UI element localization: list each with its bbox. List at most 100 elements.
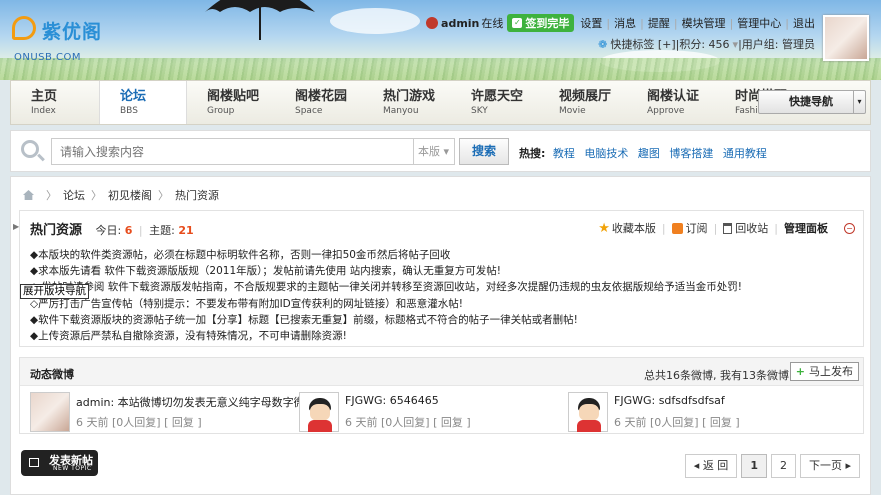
hot-term-link[interactable]: 通用教程 xyxy=(723,147,767,160)
tooltip: 展开版块导航 xyxy=(20,284,89,299)
rule-line: ◆求本版先请看 软件下载资源版版规（2011年版）；发帖前请先使用 站内搜索，确… xyxy=(30,265,501,278)
nav-item-index[interactable]: 主页 Index xyxy=(11,81,99,124)
new-post-icon xyxy=(29,458,39,467)
forum-rules: ◆本版块的软件类资源帖，必须在标题中标明软件名称，否则一律扣50金币然后将帖子回… xyxy=(30,247,860,344)
nav-sublabel: SKY xyxy=(471,106,488,116)
nav-item-manyou[interactable]: 热门游戏 Manyou xyxy=(363,81,451,124)
user-icon xyxy=(426,17,439,29)
home-icon[interactable] xyxy=(23,190,34,200)
nav-item-movie[interactable]: 视频展厅 Movie xyxy=(539,81,627,124)
quick-tag-link[interactable]: 快捷标签 [+] xyxy=(610,36,675,52)
pager-page-2[interactable]: 2 xyxy=(770,454,796,478)
nav-sublabel: Approve xyxy=(647,106,685,116)
nav-item-sky[interactable]: 许愿天空 SKY xyxy=(451,81,539,124)
new-post-button[interactable]: 发表新帖 NEW TOPIC xyxy=(21,450,98,476)
username-link[interactable]: admin xyxy=(441,17,479,30)
logo-text: 紫优阁 xyxy=(42,21,103,43)
breadcrumb-item[interactable]: 初见楼阁 xyxy=(108,187,152,203)
grass-decoration xyxy=(0,58,881,80)
expand-nav-arrow-icon[interactable]: ▶ xyxy=(13,222,19,231)
hot-term-link[interactable]: 电脑技术 xyxy=(584,147,628,160)
quick-nav-button[interactable]: 快捷导航 ▾ xyxy=(758,90,866,114)
nav-item-approve[interactable]: 阁楼认证 Approve xyxy=(627,81,715,124)
weibo-title: 动态微博 xyxy=(30,368,74,381)
rule-line: ◆软件下载资源版块的资源帖子统一加【分享】标题【已搜索无重复】前缀，标题格式不符… xyxy=(30,313,578,326)
thread-count: 主题: 21 xyxy=(149,224,194,237)
forum-actions: ★ 收藏本版 | 订阅 | 回收站 | 管理面板 − xyxy=(598,220,855,236)
breadcrumb-item[interactable]: 热门资源 xyxy=(175,187,219,203)
recycle-bin-link[interactable]: 回收站 xyxy=(735,220,768,236)
umbrella-decoration xyxy=(205,0,315,40)
nav-sublabel: BBS xyxy=(120,106,138,116)
messages-link[interactable]: 消息 xyxy=(614,15,636,31)
scope-label: 本版 xyxy=(418,145,440,158)
breadcrumb-item[interactable]: 论坛 xyxy=(63,187,85,203)
chevron-down-icon[interactable]: ▾ xyxy=(853,91,865,113)
pagination: ◂ 返 回 1 2 下一页 ▸ xyxy=(681,454,860,478)
nav-label: 许愿天空 xyxy=(471,89,524,104)
weibo-meta[interactable]: 6 天前 [0人回复] [ 回复 ] xyxy=(614,414,740,430)
manage-panel-link[interactable]: 管理面板 xyxy=(784,220,828,236)
nav-item-space[interactable]: 阁楼花园 Space xyxy=(275,81,363,124)
weibo-count: 总共16条微博, 我有13条微博 xyxy=(644,369,789,382)
nav-label: 阁楼花园 xyxy=(295,89,348,104)
avatar[interactable] xyxy=(299,392,339,432)
search-scope-select[interactable]: 本版 ▾ xyxy=(413,138,455,165)
weibo-meta[interactable]: 6 天前 [0人回复] [ 回复 ] xyxy=(76,414,202,430)
weibo-text[interactable]: FJGWG: sdfsdfsdfsaf xyxy=(614,394,725,407)
admin-center-link[interactable]: 管理中心 xyxy=(737,15,781,31)
favorite-link[interactable]: 收藏本版 xyxy=(612,220,656,236)
settings-link[interactable]: 设置 xyxy=(580,15,602,31)
nav-item-group[interactable]: 阁楼贴吧 Group xyxy=(187,81,275,124)
cloud-decoration xyxy=(330,8,420,34)
site-logo[interactable]: 紫优阁 ONUSB.COM xyxy=(12,14,132,66)
weibo-header: 动态微博 总共16条微博, 我有13条微博 + 马上发布 xyxy=(20,358,863,386)
hot-term-link[interactable]: 博客搭建 xyxy=(669,147,713,160)
post-weibo-button[interactable]: + 马上发布 xyxy=(789,362,859,381)
user-group-link[interactable]: 用户组: 管理员 xyxy=(742,36,815,52)
post-weibo-label: 马上发布 xyxy=(809,365,853,378)
rule-line: ◆本版块的软件类资源帖，必须在标题中标明软件名称，否则一律扣50金币然后将帖子回… xyxy=(30,249,451,261)
hot-term-link[interactable]: 趣图 xyxy=(638,147,660,160)
hot-term-link[interactable]: 教程 xyxy=(553,147,575,160)
points-link[interactable]: 积分: 456 xyxy=(679,36,729,52)
user-bar: admin 在线 ✓ 签到完毕 设置 | 消息 | 提醒 | 模块管理 | 管理中心 | … xyxy=(426,14,815,32)
rss-icon xyxy=(671,222,683,234)
search-button[interactable]: 搜索 xyxy=(459,138,509,165)
main-nav: 主页 Index 论坛 BBS 阁楼贴吧 Group 阁楼花园 Space 热门游戏 Ma… xyxy=(10,80,871,125)
search-icon xyxy=(21,140,39,158)
weibo-item: FJGWG: 6546465 6 天前 [0人回复] [ 回复 ] xyxy=(299,392,564,432)
pager-page-1[interactable]: 1 xyxy=(741,454,767,478)
module-manage-link[interactable]: 模块管理 xyxy=(682,15,726,31)
logout-link[interactable]: 退出 xyxy=(793,15,815,31)
hot-search-label: 热搜: xyxy=(519,147,546,160)
search-input[interactable] xyxy=(51,138,415,165)
signin-button[interactable]: ✓ 签到完毕 xyxy=(507,14,575,32)
main-content: 〉 论坛 〉 初见楼阁 〉 热门资源 ▶ 热门资源 今日: 6 | 主题: 21… xyxy=(10,176,871,495)
chevron-down-icon: ▾ xyxy=(443,145,450,158)
weibo-text[interactable]: admin: 本站微博切勿发表无意义纯字母数字微 xyxy=(76,394,305,410)
nav-sublabel: Space xyxy=(295,106,323,116)
weibo-meta[interactable]: 6 天前 [0人回复] [ 回复 ] xyxy=(345,414,471,430)
rule-line: ◇严厉打击广告宣传帖（特别提示：不要发布带有附加ID宣传获利的网址链接）和恶意灌… xyxy=(30,297,463,310)
online-status: 在线 xyxy=(481,17,504,30)
star-icon: ★ xyxy=(598,220,610,236)
signin-label: 签到完毕 xyxy=(525,17,570,30)
avatar[interactable] xyxy=(30,392,70,432)
nav-sublabel: Group xyxy=(207,106,235,116)
weibo-text[interactable]: FJGWG: 6546465 xyxy=(345,394,439,407)
nav-label: 论坛 xyxy=(120,89,147,104)
weibo-item: admin: 本站微博切勿发表无意义纯字母数字微 6 天前 [0人回复] [ 回… xyxy=(30,392,305,432)
collapse-icon[interactable]: − xyxy=(844,222,855,234)
subscribe-link[interactable]: 订阅 xyxy=(686,220,708,236)
pager-back-button[interactable]: ◂ 返 回 xyxy=(684,454,738,478)
new-post-sublabel: NEW TOPIC xyxy=(53,465,92,472)
notifications-link[interactable]: 提醒 xyxy=(648,15,670,31)
breadcrumb: 〉 论坛 〉 初见楼阁 〉 热门资源 xyxy=(23,187,219,203)
nav-item-bbs[interactable]: 论坛 BBS xyxy=(99,81,187,124)
rule-line: ◆上传资源后严禁私自撤除资源，没有特殊情况，不可申请删除资源! xyxy=(30,330,347,343)
pager-next-button[interactable]: 下一页 ▸ xyxy=(799,454,860,478)
avatar[interactable] xyxy=(823,15,869,61)
rule-line: ◇ 发帖时请参阅 软件下载资源版发帖指南，不合版规要求的主题帖一律关闭并转移至资… xyxy=(30,281,742,294)
avatar[interactable] xyxy=(568,392,608,432)
